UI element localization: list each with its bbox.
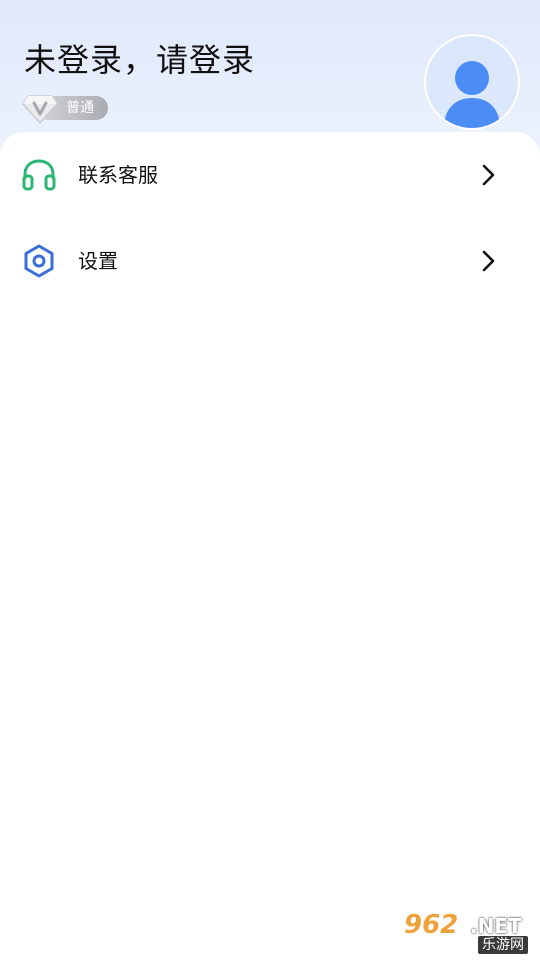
watermark-number: 962 [404,910,459,940]
menu-item-label: 联系客服 [78,163,158,187]
watermark-caption: 乐游网 [478,936,528,954]
login-prompt[interactable]: 未登录，请登录 [24,38,255,82]
avatar[interactable] [424,34,520,130]
member-level-badge: 普通 [22,92,108,124]
menu-item-customer-service[interactable]: 联系客服 [0,132,540,218]
headset-icon [22,159,56,191]
member-level-text: 普通 [66,100,94,116]
chevron-right-icon [482,250,495,272]
watermark-suffix: .NET [470,914,522,938]
v-shield-icon [22,95,58,124]
menu-item-label: 设置 [78,249,118,273]
menu-item-settings[interactable]: 设置 [0,218,540,304]
site-watermark: 962 .NET 乐游网 [400,910,536,956]
settings-hexagon-icon [24,244,54,278]
chevron-right-icon [482,164,495,186]
menu-card: 联系客服 设置 [0,132,540,960]
user-avatar-icon [444,61,500,128]
